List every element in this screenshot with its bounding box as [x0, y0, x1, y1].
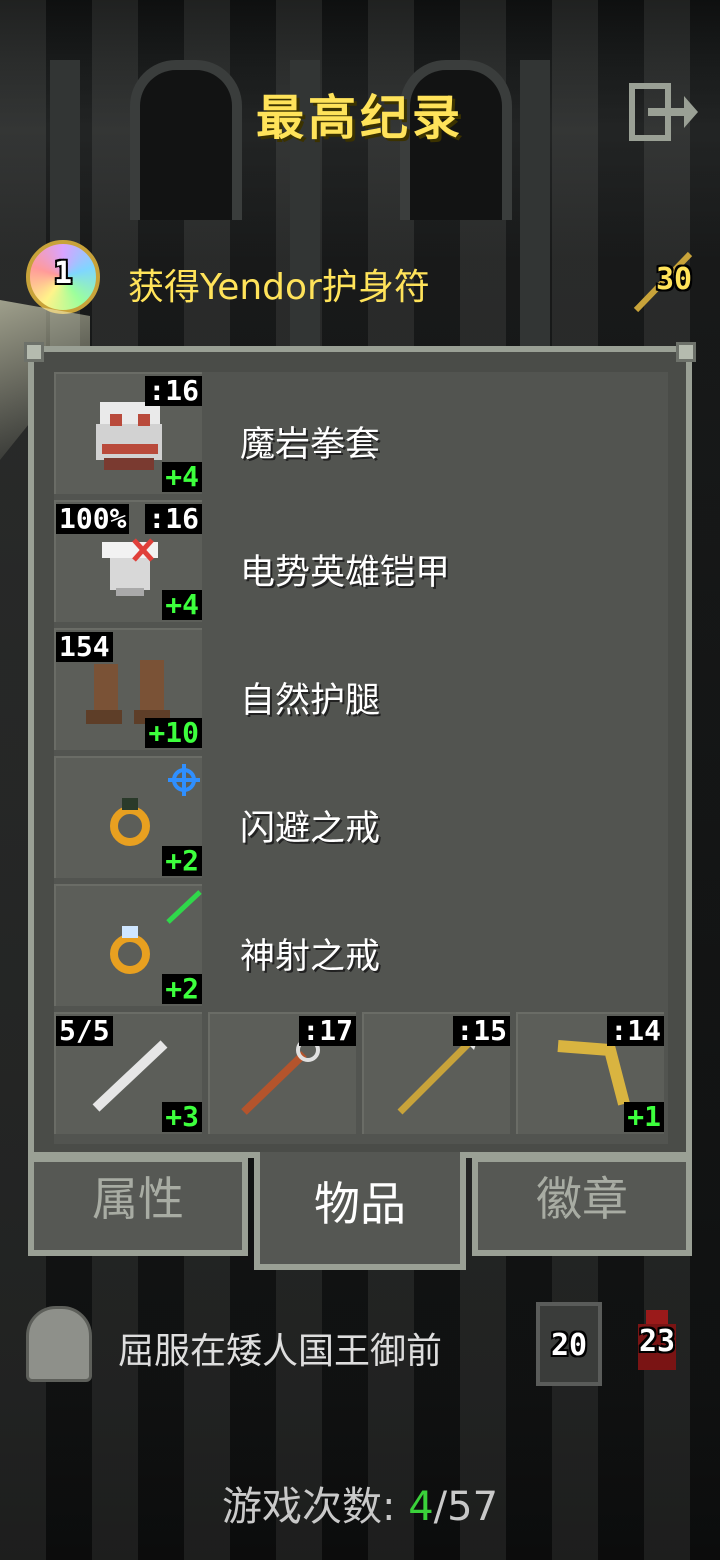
quickslot-4[interactable]: :14 +1 — [516, 1012, 664, 1134]
item-name: 神射之戒 — [240, 937, 381, 977]
death-row: 屈服在矮人国王御前 20 23 — [22, 1300, 702, 1390]
item-level: 5/5 — [56, 1016, 113, 1046]
item-slot-ring-evasion[interactable]: +2 — [54, 756, 202, 878]
panel-corner — [24, 342, 44, 362]
item-level: :17 — [299, 1016, 356, 1046]
item-slot-boots[interactable]: 154 +10 — [54, 628, 202, 750]
quickslot-2[interactable]: :17 — [208, 1012, 356, 1134]
item-name: 闪避之戒 — [240, 809, 381, 849]
tab-stats[interactable]: 属性 — [28, 1156, 248, 1256]
games-current: 4 — [408, 1484, 434, 1530]
item-level: 154 — [56, 632, 113, 662]
record-depth-value: 30 — [656, 262, 693, 297]
games-label: 游戏次数: — [221, 1484, 396, 1530]
item-charge: 100% — [56, 504, 130, 534]
panel-corner — [676, 342, 696, 362]
games-played: 游戏次数: 4/57 — [0, 1474, 720, 1532]
item-upgrade: +3 — [162, 1102, 202, 1132]
item-slot-armor[interactable]: 100% :16 +4 — [54, 500, 202, 622]
record-label: 获得Yendor护身符 — [128, 267, 430, 308]
item-slot-gauntlet[interactable]: :16 +4 — [54, 372, 202, 494]
page-title: 最高纪录 — [255, 90, 464, 146]
tab-label: 徽章 — [536, 1172, 628, 1226]
death-level: 23 — [638, 1324, 676, 1359]
items-panel: :16 +4 魔岩拳套 100% :16 +4 电势英雄铠甲 154 +10 自… — [24, 342, 696, 1158]
quickslot-3[interactable]: :15 — [362, 1012, 510, 1134]
item-upgrade: +2 — [162, 846, 202, 876]
amulet-medal-icon: 1 — [26, 240, 100, 314]
tab-label: 物品 — [314, 1177, 406, 1231]
tombstone-icon — [26, 1306, 92, 1382]
item-slot-ring-sharpshooting[interactable]: +2 — [54, 884, 202, 1006]
record-row: 1 获得Yendor护身符 30 — [22, 236, 702, 326]
item-level: :16 — [145, 504, 202, 534]
item-upgrade: +4 — [162, 590, 202, 620]
items-area: :16 +4 魔岩拳套 100% :16 +4 电势英雄铠甲 154 +10 自… — [54, 372, 668, 1144]
item-level: :15 — [453, 1016, 510, 1046]
item-upgrade: +4 — [162, 462, 202, 492]
item-name: 自然护腿 — [240, 681, 381, 721]
level-icon: 23 — [624, 1302, 690, 1386]
death-depth: 20 — [550, 1328, 588, 1363]
tab-badges[interactable]: 徽章 — [472, 1156, 692, 1256]
death-cause: 屈服在矮人国王御前 — [118, 1331, 443, 1372]
item-name: 电势英雄铠甲 — [240, 553, 451, 593]
tab-label: 属性 — [92, 1172, 184, 1226]
item-upgrade: +2 — [162, 974, 202, 1004]
record-depth: 30 — [630, 246, 700, 316]
item-level: :14 — [607, 1016, 664, 1046]
games-total: /57 — [433, 1484, 499, 1530]
item-name: 魔岩拳套 — [240, 425, 381, 465]
exit-icon — [629, 83, 698, 141]
exit-button[interactable] — [628, 82, 700, 142]
quickslot-1[interactable]: 5/5 +3 — [54, 1012, 202, 1134]
item-upgrade: +10 — [145, 718, 202, 748]
item-level: :16 — [145, 376, 202, 406]
depth-icon: 20 — [536, 1302, 602, 1386]
tab-items[interactable]: 物品 — [254, 1152, 466, 1270]
record-rank: 1 — [53, 256, 73, 291]
item-upgrade: +1 — [624, 1102, 664, 1132]
